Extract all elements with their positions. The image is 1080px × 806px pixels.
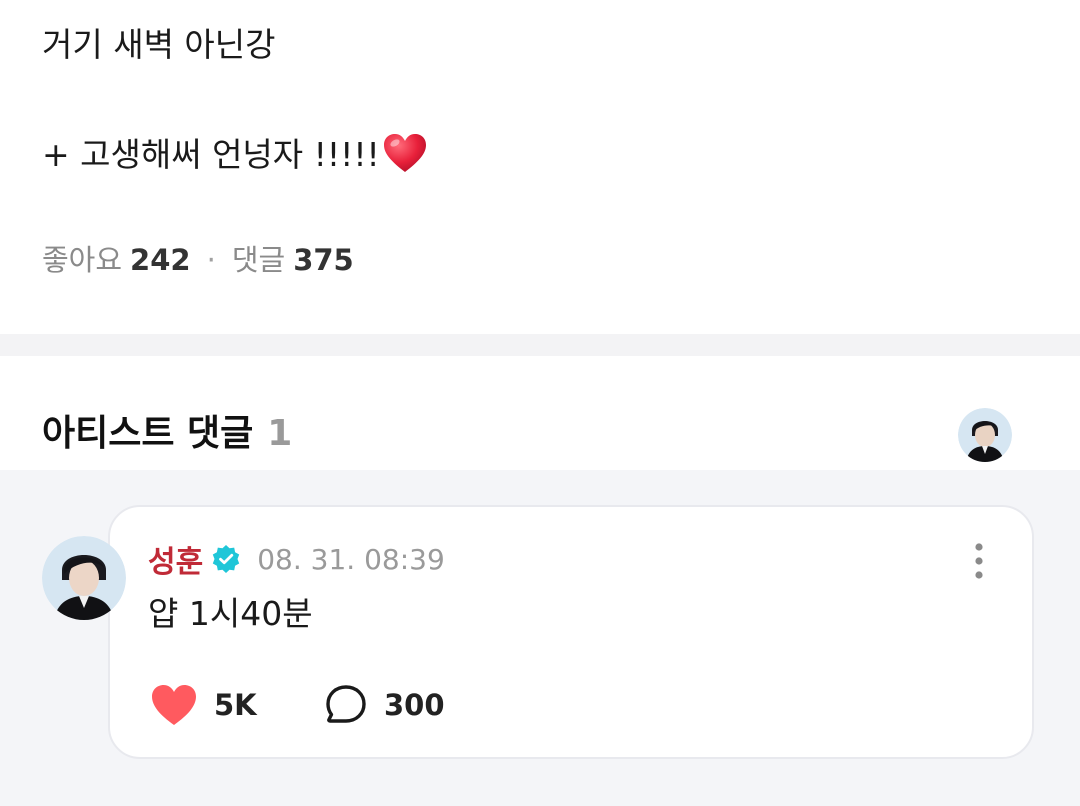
artist-avatar-small[interactable] <box>958 408 1012 462</box>
speech-bubble-icon <box>326 685 366 723</box>
comment-like-count: 5K <box>214 688 257 722</box>
artist-comments-count: 1 <box>267 413 293 454</box>
section-divider <box>0 334 1080 356</box>
comments-label: 댓글 <box>231 243 286 277</box>
comment-author[interactable]: 성훈 <box>148 537 203 581</box>
comment-text: 얍 1시40분 <box>148 594 313 633</box>
artist-comments-title: 아티스트 댓글 <box>42 413 254 454</box>
comments-count[interactable]: 375 <box>293 240 354 280</box>
post-text-line-1: 거기 새벽 아닌강 <box>42 25 276 64</box>
artist-comment-card[interactable]: 성훈 08. 31. 08:39 얍 1시40분 5K 300 <box>108 505 1034 759</box>
likes-label: 좋아요 <box>42 243 123 277</box>
comment-author-avatar[interactable] <box>42 536 126 620</box>
heart-filled-icon <box>152 685 196 725</box>
post-text-line-2: + 고생해써 언넝자 !!!!! <box>42 135 380 174</box>
more-options-icon[interactable] <box>972 541 986 581</box>
comment-reply-button[interactable]: 300 <box>324 683 445 727</box>
comment-meta: 성훈 08. 31. 08:39 <box>148 537 445 581</box>
comment-timestamp: 08. 31. 08:39 <box>257 542 445 576</box>
avatar-image-icon <box>42 536 126 620</box>
heart-emoji-icon <box>383 134 426 172</box>
artist-comments-header: 아티스트 댓글 1 <box>42 410 292 458</box>
comment-reply-count: 300 <box>384 688 445 722</box>
comment-like-button[interactable]: 5K <box>150 683 257 727</box>
stats-separator: · <box>206 243 216 277</box>
avatar-image-icon <box>958 408 1012 462</box>
post-body: 거기 새벽 아닌강 + 고생해써 언넝자 !!!!! <box>42 22 1042 178</box>
verified-badge-icon <box>213 545 240 573</box>
post-text-line-2-row: + 고생해써 언넝자 !!!!! <box>42 132 1042 178</box>
likes-count[interactable]: 242 <box>130 240 191 280</box>
post-stats: 좋아요 242 · 댓글 375 <box>42 240 354 280</box>
